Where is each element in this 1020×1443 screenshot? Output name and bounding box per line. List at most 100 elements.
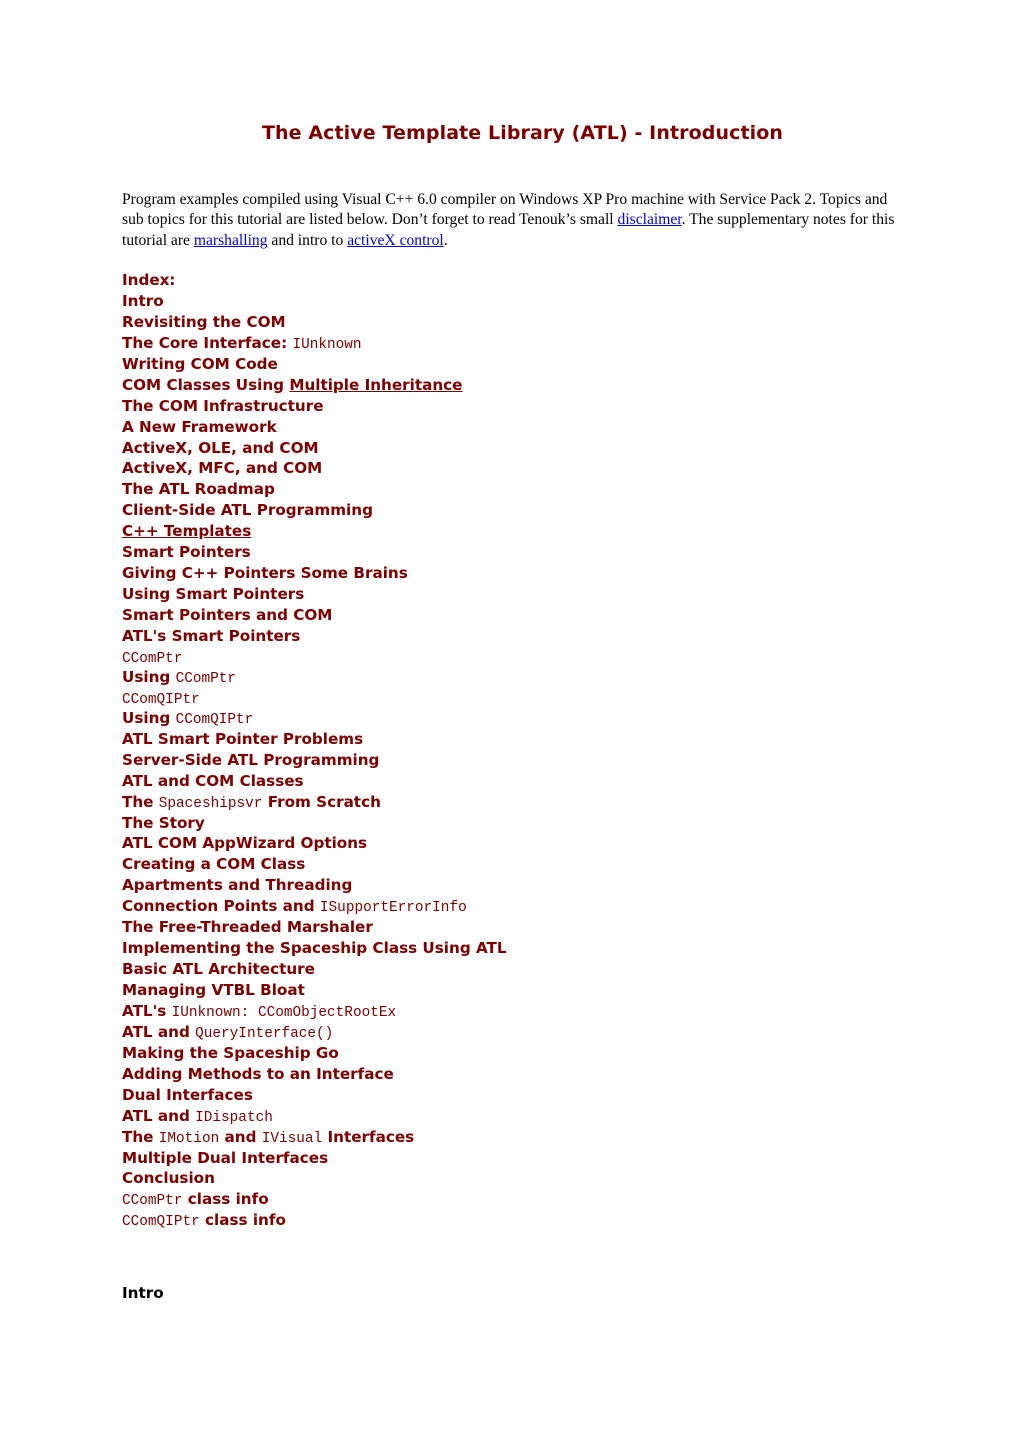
index-item-link[interactable]: ATL and QueryInterface(): [122, 1023, 334, 1042]
index-item-text: Making the Spaceship Go: [122, 1043, 339, 1062]
index-item: ATL Smart Pointer Problems: [122, 729, 507, 750]
index-item: CComPtr: [122, 647, 507, 667]
index-item-link[interactable]: Connection Points and ISupportErrorInfo: [122, 897, 467, 916]
index-item-link[interactable]: The Story: [122, 814, 205, 832]
index-item: Connection Points and ISupportErrorInfo: [122, 896, 507, 917]
index-item: Server-Side ATL Programming: [122, 750, 507, 771]
index-item-link[interactable]: ActiveX, OLE, and COM: [122, 439, 319, 457]
index-item-text: Conclusion: [122, 1169, 215, 1188]
intro-text-3: and intro to: [267, 231, 348, 249]
index-item-link[interactable]: CComPtr: [122, 648, 182, 667]
index-item-text: Revisiting the COM: [122, 312, 286, 331]
index-item-text: The COM Infrastructure: [122, 396, 324, 415]
index-item-link[interactable]: CComQIPtr class info: [122, 1211, 286, 1230]
index-item-text: Dual Interfaces: [122, 1085, 253, 1104]
index-item-link[interactable]: Writing COM Code: [122, 355, 278, 373]
index-item-link[interactable]: ActiveX, MFC, and COM: [122, 459, 322, 477]
index-item-text: Multiple Inheritance: [289, 375, 463, 394]
index-item-link[interactable]: ATL COM AppWizard Options: [122, 834, 367, 852]
index-item: Smart Pointers and COM: [122, 605, 507, 626]
index-item-text: ATL's Smart Pointers: [122, 626, 301, 645]
index-item-link[interactable]: The ATL Roadmap: [122, 480, 275, 498]
index-item-link[interactable]: Apartments and Threading: [122, 876, 352, 894]
index-item-text: Client-Side ATL Programming: [122, 501, 373, 520]
index-item-link[interactable]: COM Classes Using Multiple Inheritance: [122, 376, 463, 394]
index-item: Implementing the Spaceship Class Using A…: [122, 938, 507, 959]
index-item-code: IVisual: [261, 1130, 323, 1147]
marshalling-link[interactable]: marshalling: [194, 232, 268, 249]
index-item: CComQIPtr class info: [122, 1210, 507, 1231]
index-item-text: Writing COM Code: [122, 354, 278, 373]
index-item-link[interactable]: The Core Interface: IUnknown: [122, 334, 362, 353]
index-item-link[interactable]: ATL and IDispatch: [122, 1106, 273, 1126]
index-item: CComQIPtr: [122, 688, 507, 708]
index-item-link[interactable]: Server-Side ATL Programming: [122, 751, 379, 769]
index-item-link[interactable]: A New Framework: [122, 418, 277, 436]
index-item-link[interactable]: Giving C++ Pointers Some Brains: [122, 564, 408, 582]
index-item-link[interactable]: Using CComQIPtr: [122, 709, 253, 728]
index-item-text: ATL and: [122, 1106, 196, 1125]
index-item-link[interactable]: Making the Spaceship Go: [122, 1044, 339, 1062]
index-item-link[interactable]: The IMotion and IVisual Interfaces: [122, 1127, 415, 1147]
index-item-link[interactable]: Revisiting the COM: [122, 313, 286, 331]
index-item-text: ATL COM AppWizard Options: [122, 834, 368, 853]
index-item-text: class info: [182, 1190, 269, 1209]
index-item-link[interactable]: ATL Smart Pointer Problems: [122, 730, 363, 748]
index-item: Multiple Dual Interfaces: [122, 1148, 507, 1169]
index-item: COM Classes Using Multiple Inheritance: [122, 375, 507, 396]
index-item: Intro: [122, 291, 507, 312]
index-item-text: Implementing the Spaceship Class Using A…: [122, 939, 507, 958]
index-item-text: C++ Templates: [122, 522, 252, 541]
index-item-link[interactable]: Dual Interfaces: [122, 1086, 253, 1104]
index-item-code: IDispatch: [195, 1109, 273, 1126]
index-item-text: Interfaces: [322, 1127, 415, 1146]
index-item-link[interactable]: Managing VTBL Bloat: [122, 981, 305, 999]
index-item-link[interactable]: Client-Side ATL Programming: [122, 501, 373, 519]
intro-paragraph: Program examples compiled using Visual C…: [122, 190, 902, 251]
index-item: C++ Templates: [122, 521, 507, 542]
index-item-text: Creating a COM Class: [122, 855, 306, 874]
index-item-text: Managing VTBL Bloat: [122, 981, 305, 999]
index-item-link[interactable]: Creating a COM Class: [122, 855, 305, 873]
index-item: The Core Interface: IUnknown: [122, 333, 507, 354]
index-item-text: Server-Side ATL Programming: [122, 750, 380, 769]
index-item-link[interactable]: Using Smart Pointers: [122, 585, 304, 603]
index-item-link[interactable]: CComPtr class info: [122, 1190, 269, 1209]
index-item-text: Smart Pointers and COM: [122, 606, 333, 624]
activex-control-link[interactable]: activeX control: [347, 232, 444, 249]
index-item-link[interactable]: The Free-Threaded Marshaler: [122, 918, 373, 936]
index-item-text: ActiveX, OLE, and COM: [122, 438, 319, 457]
index-item-code: QueryInterface(): [195, 1025, 334, 1042]
index-item-link[interactable]: C++ Templates: [122, 522, 251, 540]
index-item: ATL and IDispatch: [122, 1106, 507, 1127]
index-heading: Index:: [122, 271, 176, 289]
index-items: Intro Revisiting the COM The Core Interfac…: [122, 291, 507, 1231]
index-item: Conclusion: [122, 1168, 507, 1189]
index-item-link[interactable]: Conclusion: [122, 1169, 215, 1187]
index-item-text: COM Classes Using: [122, 375, 290, 394]
disclaimer-link[interactable]: disclaimer: [618, 211, 682, 228]
index-item-link[interactable]: Using CComPtr: [122, 668, 236, 687]
index-item-link[interactable]: Smart Pointers and COM: [122, 606, 332, 624]
index-item-link[interactable]: ATL's Smart Pointers: [122, 627, 300, 645]
index-item-text: Giving C++ Pointers Some Brains: [122, 564, 408, 583]
index-item: Writing COM Code: [122, 354, 507, 375]
index-item-text: The: [122, 1127, 159, 1146]
index-item-link[interactable]: Implementing the Spaceship Class Using A…: [122, 939, 507, 957]
index-item-link[interactable]: The COM Infrastructure: [122, 397, 324, 415]
index-item-link[interactable]: ATL and COM Classes: [122, 772, 304, 790]
index-item: The IMotion and IVisual Interfaces: [122, 1127, 507, 1148]
index-item-link[interactable]: Intro: [122, 292, 164, 310]
index-item-link[interactable]: Smart Pointers: [122, 543, 251, 561]
section-heading-intro: Intro: [122, 1284, 164, 1302]
index-item: Using Smart Pointers: [122, 584, 507, 605]
index-item-link[interactable]: CComQIPtr: [122, 689, 200, 708]
index-item-link[interactable]: Multiple Dual Interfaces: [122, 1149, 328, 1167]
index-item-link[interactable]: Adding Methods to an Interface: [122, 1065, 394, 1083]
index-item: Giving C++ Pointers Some Brains: [122, 563, 507, 584]
index-item-link[interactable]: The Spaceshipsvr From Scratch: [122, 793, 381, 812]
index-item-code: IUnknown: [292, 336, 362, 353]
index-item-link[interactable]: ATL's IUnknown: CComObjectRootEx: [122, 1002, 396, 1021]
page-title: The Active Template Library (ATL) - Intr…: [261, 122, 784, 144]
index-item-link[interactable]: Basic ATL Architecture: [122, 960, 315, 978]
